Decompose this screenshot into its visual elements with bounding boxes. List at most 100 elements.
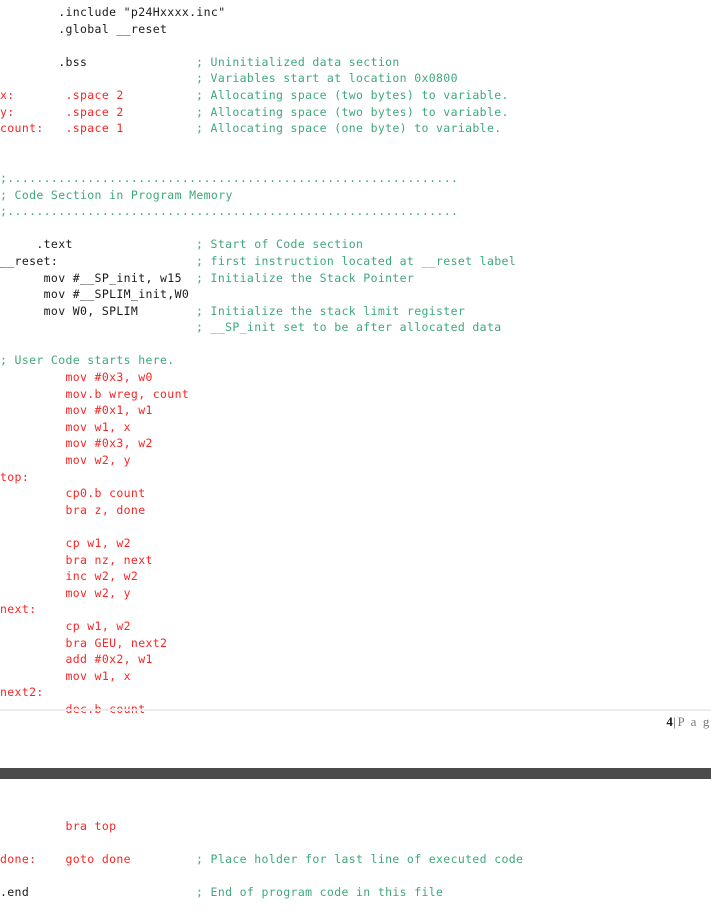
code-listing-top: .include "p24Hxxxx.inc" .global __reset … bbox=[0, 4, 711, 718]
code-text: bra nz, next bbox=[0, 552, 153, 567]
code-text: inc w2, w2 bbox=[0, 569, 139, 584]
code-line: ; Variables start at location 0x0800 bbox=[0, 70, 711, 87]
code-comment: ; End of program code in this file bbox=[196, 885, 444, 900]
code-text: y: .space 2 bbox=[0, 104, 124, 119]
code-line: bra GEU, next2 bbox=[0, 635, 711, 652]
code-text: .text bbox=[0, 237, 73, 252]
code-comment: ; User Code starts here. bbox=[0, 353, 175, 368]
footer-divider bbox=[0, 709, 711, 711]
code-text: next: bbox=[0, 602, 37, 617]
code-line: ;.......................................… bbox=[0, 203, 711, 220]
code-comment: ; Start of Code section bbox=[196, 237, 364, 252]
code-line: mov w1, x bbox=[0, 419, 711, 436]
page-footer: 4|P a g bbox=[666, 714, 711, 730]
code-line: mov w2, y bbox=[0, 585, 711, 602]
code-comment: ; first instruction located at __reset l… bbox=[196, 253, 517, 268]
code-text: x: .space 2 bbox=[0, 87, 124, 102]
code-text: add #0x2, w1 bbox=[0, 652, 153, 667]
code-line: __reset: ; first instruction located at _… bbox=[0, 253, 711, 270]
code-text: mov W0, SPLIM bbox=[0, 303, 139, 318]
code-line: mov W0, SPLIM ; Initialize the stack limi… bbox=[0, 303, 711, 320]
code-line: count: .space 1 ; Allocating space (one b… bbox=[0, 120, 711, 137]
code-line: top: bbox=[0, 469, 711, 486]
code-text: bra top bbox=[0, 819, 117, 833]
code-comment: ; Allocating space (two bytes) to variab… bbox=[196, 104, 509, 119]
code-line: y: .space 2 ; Allocating space (two bytes… bbox=[0, 104, 711, 121]
code-text: __reset: bbox=[0, 253, 59, 268]
code-line: done: goto done ; Place holder for last l… bbox=[0, 851, 711, 884]
code-text: done: goto done bbox=[0, 852, 131, 867]
code-text: bra z, done bbox=[0, 502, 146, 517]
code-line: ; __SP_init set to be after allocated da… bbox=[0, 319, 711, 336]
code-line: next2: bbox=[0, 684, 711, 701]
code-text: count: .space 1 bbox=[0, 121, 124, 136]
code-line: mov #0x1, w1 bbox=[0, 402, 711, 419]
code-line: mov #__SP_init, w15 ; Initialize the Stac… bbox=[0, 270, 711, 287]
code-listing-bottom: bra top done: goto done ; Place holder for… bbox=[0, 818, 711, 918]
code-line: .global __reset bbox=[0, 21, 711, 38]
code-comment: ; Initialize the Stack Pointer bbox=[196, 270, 415, 285]
footer-page-word: P a g bbox=[677, 714, 711, 729]
code-comment: ; __SP_init set to be after allocated da… bbox=[196, 320, 502, 335]
code-line: cp0.b count bbox=[0, 485, 711, 502]
code-line: mov.b wreg, count bbox=[0, 386, 711, 403]
code-text: .bss bbox=[0, 54, 88, 69]
code-line: inc w2, w2 bbox=[0, 568, 711, 585]
code-comment: ; Uninitialized data section bbox=[196, 54, 400, 69]
code-comment: ; Code Section in Program Memory bbox=[0, 187, 233, 202]
comment-separator-rule: ;.......................................… bbox=[0, 170, 459, 185]
code-line: .bss ; Uninitialized data section bbox=[0, 54, 711, 71]
code-comment: ; Place holder for last line of executed… bbox=[196, 852, 524, 867]
code-comment: ; Allocating space (two bytes) to variab… bbox=[196, 87, 509, 102]
code-text: mov w1, x bbox=[0, 668, 131, 683]
code-text: cp w1, w2 bbox=[0, 536, 131, 550]
code-line: mov #__SPLIM_init,W0 bbox=[0, 286, 711, 303]
code-line: .end ; End of program code in this file bbox=[0, 884, 711, 917]
code-line: add #0x2, w1 bbox=[0, 651, 711, 668]
code-line: mov #0x3, w2 bbox=[0, 435, 711, 452]
code-line: bra z, done bbox=[0, 502, 711, 519]
code-text: cp0.b count bbox=[0, 486, 146, 501]
comment-separator-rule: ;.......................................… bbox=[0, 204, 459, 219]
code-line: x: .space 2 ; Allocating space (two bytes… bbox=[0, 87, 711, 104]
code-text: mov #0x3, w0 bbox=[0, 370, 153, 385]
code-text: next2: bbox=[0, 685, 44, 700]
document-page: .include "p24Hxxxx.inc" .global __reset … bbox=[0, 0, 711, 915]
code-text: cp w1, w2 bbox=[0, 618, 131, 633]
code-text: mov #__SP_init, w15 bbox=[0, 270, 182, 285]
code-text: mov.b wreg, count bbox=[0, 386, 190, 401]
code-line: .text ; Start of Code section bbox=[0, 236, 711, 253]
code-text: mov w2, y bbox=[0, 453, 131, 468]
code-line: mov w1, x bbox=[0, 668, 711, 685]
code-line: cp w1, w2 bbox=[0, 535, 711, 552]
code-line: cp w1, w2 bbox=[0, 618, 711, 635]
code-line: mov w2, y bbox=[0, 452, 711, 469]
code-text: .end bbox=[0, 885, 30, 900]
code-text: .global __reset bbox=[0, 21, 168, 36]
code-line: bra nz, next bbox=[0, 552, 711, 569]
code-line: bra top bbox=[0, 818, 711, 851]
code-comment: ; Initialize the stack limit register bbox=[196, 303, 466, 318]
code-text: mov #0x1, w1 bbox=[0, 403, 153, 418]
code-text: .include "p24Hxxxx.inc" bbox=[0, 5, 226, 19]
code-line: next: bbox=[0, 601, 711, 618]
page-break-bar bbox=[0, 768, 711, 779]
code-comment: ; Variables start at location 0x0800 bbox=[196, 71, 458, 86]
code-text: mov #__SPLIM_init,W0 bbox=[0, 287, 190, 302]
code-text: top: bbox=[0, 469, 30, 484]
code-text: bra GEU, next2 bbox=[0, 635, 168, 650]
code-line: ;.......................................… bbox=[0, 170, 711, 187]
code-text: mov w2, y bbox=[0, 585, 131, 600]
code-line: ; Code Section in Program Memory bbox=[0, 187, 711, 204]
code-comment: ; Allocating space (one byte) to variabl… bbox=[196, 121, 502, 136]
code-line: ; User Code starts here. bbox=[0, 352, 711, 369]
code-line: mov #0x3, w0 bbox=[0, 369, 711, 386]
code-text: mov #0x3, w2 bbox=[0, 436, 153, 451]
code-line: .include "p24Hxxxx.inc" bbox=[0, 4, 711, 21]
